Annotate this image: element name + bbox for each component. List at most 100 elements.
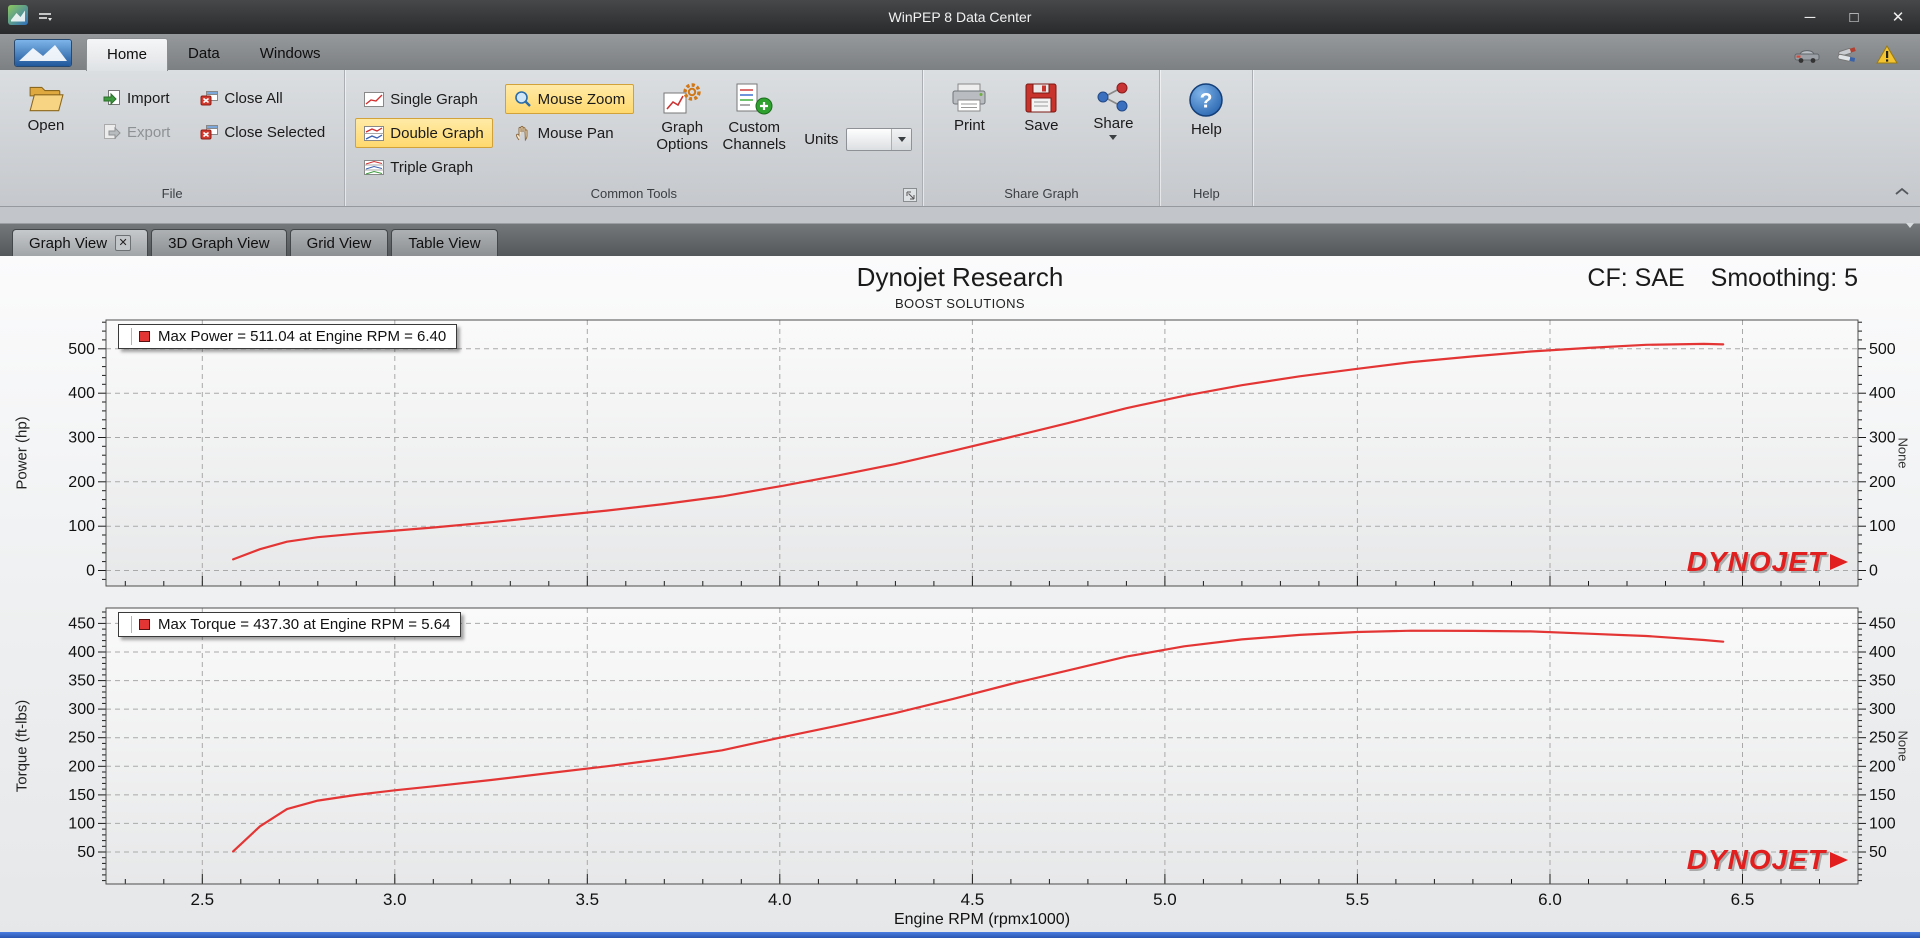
chart-header: Dynojet Research BOOST SOLUTIONS CF: SAE… — [0, 256, 1920, 312]
close-selected-button[interactable]: Close Selected — [191, 118, 334, 146]
maximize-button[interactable]: □ — [1832, 2, 1876, 32]
help-button[interactable]: ? Help — [1170, 76, 1242, 138]
print-label: Print — [953, 117, 985, 134]
torque-axis-label: Torque (ft-lbs) — [13, 699, 31, 793]
svg-text:5.0: 5.0 — [1153, 890, 1177, 909]
import-label: Import — [127, 89, 170, 107]
application-menu-button[interactable] — [14, 39, 72, 67]
print-button[interactable]: Print — [933, 76, 1005, 134]
svg-text:200: 200 — [68, 474, 95, 491]
custom-channels-button[interactable]: Custom Channels — [718, 76, 790, 153]
help-group-label: Help — [1193, 186, 1220, 201]
svg-text:100: 100 — [68, 518, 95, 535]
close-tab-icon[interactable]: ✕ — [115, 235, 132, 251]
titlebar: WinPEP 8 Data Center ─ □ ✕ — [0, 0, 1920, 34]
export-button[interactable]: Export — [94, 118, 179, 146]
power-series-swatch-icon — [139, 331, 150, 342]
winpep-window: WinPEP 8 Data Center ─ □ ✕ Home Data Win… — [0, 0, 1920, 938]
svg-text:400: 400 — [1869, 385, 1896, 402]
close-button[interactable]: ✕ — [1876, 2, 1920, 32]
legend-key-cell — [124, 616, 132, 633]
ribbon-tab-data[interactable]: Data — [168, 38, 240, 70]
tab-overflow-icon[interactable] — [1906, 223, 1914, 246]
tab-graph-view-label: Graph View — [29, 234, 108, 252]
power-legend[interactable]: Max Power = 511.04 at Engine RPM = 6.40 — [118, 324, 458, 349]
app-icon[interactable] — [8, 4, 28, 30]
dynojet-logo: DYNOJET — [1687, 546, 1848, 578]
open-button[interactable]: Open — [10, 76, 82, 134]
graph-options-label: Graph Options — [656, 119, 709, 153]
svg-text:200: 200 — [1869, 758, 1896, 775]
ribbon-tab-home[interactable]: Home — [86, 38, 169, 71]
tab-table-view[interactable]: Table View — [391, 229, 498, 256]
torque-chart-plot[interactable]: 50 50 100 100 150 150 200 200 250 250 300 300 350 350… — [0, 602, 1920, 932]
svg-text:500: 500 — [1869, 341, 1896, 358]
save-button[interactable]: Save — [1005, 76, 1077, 134]
smoothing-value: Smoothing: 5 — [1710, 264, 1858, 292]
torque-legend[interactable]: Max Torque = 437.30 at Engine RPM = 5.64 — [118, 612, 462, 637]
share-dropdown-arrow-icon[interactable] — [1109, 135, 1118, 140]
svg-text:3.0: 3.0 — [383, 890, 407, 909]
svg-text:250: 250 — [1869, 730, 1896, 747]
torque-chart: 50 50 100 100 150 150 200 200 250 250 300 300 350 350… — [0, 602, 1920, 932]
torque-series-swatch-icon — [139, 619, 150, 630]
svg-text:350: 350 — [68, 673, 95, 690]
ribbon-tab-windows[interactable]: Windows — [240, 38, 341, 70]
correction-factor-label: CF: SAE Smoothing: 5 — [1587, 264, 1858, 293]
units-dropdown[interactable] — [846, 128, 913, 151]
power-axis-label: Power (hp) — [13, 416, 31, 490]
open-label: Open — [27, 117, 65, 134]
mouse-pan-label: Mouse Pan — [537, 124, 614, 142]
dynojet-swoosh-icon — [1830, 852, 1848, 868]
svg-text:300: 300 — [68, 701, 95, 718]
svg-text:200: 200 — [1869, 474, 1896, 491]
graph-options-button[interactable]: Graph Options — [646, 76, 718, 153]
share-label: Share — [1093, 115, 1134, 132]
single-graph-button[interactable]: Single Graph — [355, 84, 492, 114]
open-folder-icon — [29, 86, 64, 112]
minimize-button[interactable]: ─ — [1788, 2, 1832, 32]
double-graph-button[interactable]: Double Graph — [355, 118, 493, 148]
svg-text:?: ? — [1200, 90, 1213, 113]
collapse-ribbon-button[interactable] — [1894, 183, 1910, 201]
ribbon-group-share-graph: Print Save Share Share Graph — [923, 70, 1161, 206]
torque-right-axis-label: None — [1895, 730, 1911, 762]
share-icon — [1097, 82, 1128, 112]
ribbon-group-file: Open Import Export Close All Close Selec… — [0, 70, 346, 206]
svg-text:400: 400 — [68, 385, 95, 402]
export-icon — [104, 124, 121, 140]
import-button[interactable]: Import — [94, 84, 179, 112]
mouse-zoom-button[interactable]: Mouse Zoom — [504, 84, 635, 114]
svg-text:3.5: 3.5 — [575, 890, 599, 909]
svg-text:350: 350 — [1869, 673, 1896, 690]
tab-grid-view[interactable]: Grid View — [289, 229, 389, 256]
svg-text:0: 0 — [1869, 563, 1878, 580]
power-chart-plot[interactable]: 0 0 100 100 200 200 300 300 400 400 500 500 — [0, 312, 1920, 602]
quick-access-icon[interactable] — [38, 12, 52, 22]
double-graph-icon — [364, 125, 385, 141]
skins-icon[interactable] — [1836, 46, 1860, 64]
window-title: WinPEP 8 Data Center — [888, 9, 1032, 25]
custom-channels-label: Custom Channels — [722, 119, 786, 153]
tab-graph-view[interactable]: Graph View ✕ — [12, 229, 149, 256]
svg-text:150: 150 — [68, 787, 95, 804]
tab-3d-graph-view[interactable]: 3D Graph View — [151, 229, 287, 256]
common-tools-dialog-launcher[interactable] — [903, 188, 918, 202]
triple-graph-button[interactable]: Triple Graph — [355, 152, 492, 182]
print-icon — [952, 83, 986, 112]
power-chart: 0 0 100 100 200 200 300 300 400 400 500 500 Power (… — [0, 312, 1920, 602]
svg-text:6.5: 6.5 — [1731, 890, 1755, 909]
svg-text:500: 500 — [68, 341, 95, 358]
mouse-pan-button[interactable]: Mouse Pan — [505, 118, 635, 148]
svg-text:300: 300 — [1869, 430, 1896, 447]
close-all-button[interactable]: Close All — [191, 84, 334, 112]
svg-text:300: 300 — [68, 430, 95, 447]
svg-text:6.0: 6.0 — [1538, 890, 1562, 909]
tab-table-view-label: Table View — [408, 234, 481, 252]
svg-text:250: 250 — [68, 730, 95, 747]
graph-options-icon — [663, 83, 701, 114]
units-dropdown-arrow-icon[interactable] — [891, 129, 912, 150]
alerts-icon[interactable] — [1876, 45, 1898, 64]
vehicle-icon[interactable] — [1794, 47, 1820, 63]
share-button[interactable]: Share — [1077, 76, 1149, 140]
